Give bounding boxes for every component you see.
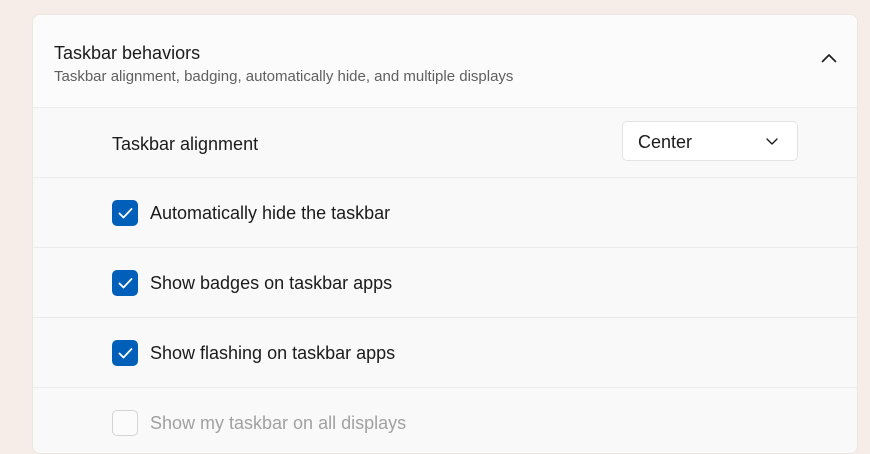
chevron-up-icon [821, 54, 837, 63]
dropdown-selected-value: Center [638, 132, 693, 152]
flashing-label: Show flashing on taskbar apps [150, 343, 396, 363]
all-displays-label: Show my taskbar on all displays [150, 413, 407, 433]
option-row-all-displays: Show my taskbar on all displays [33, 388, 857, 453]
checkmark-icon [118, 348, 133, 359]
taskbar-alignment-dropdown[interactable]: Center [622, 121, 798, 161]
collapse-button[interactable] [815, 44, 843, 72]
badges-label: Show badges on taskbar apps [150, 273, 393, 293]
checkmark-icon [118, 278, 133, 289]
taskbar-behaviors-panel: Taskbar behaviors Taskbar alignment, bad… [32, 14, 858, 454]
chevron-down-icon [766, 138, 778, 145]
option-row-auto-hide: Automatically hide the taskbar [33, 178, 857, 248]
taskbar-behaviors-header[interactable]: Taskbar behaviors Taskbar alignment, bad… [33, 15, 857, 108]
taskbar-alignment-row: Taskbar alignment Center [33, 108, 857, 178]
auto-hide-label: Automatically hide the taskbar [150, 203, 391, 223]
all-displays-checkbox[interactable] [112, 410, 138, 436]
option-row-badges: Show badges on taskbar apps [33, 248, 857, 318]
section-subtitle: Taskbar alignment, badging, automaticall… [54, 68, 514, 85]
auto-hide-checkbox[interactable] [112, 200, 138, 226]
flashing-checkbox[interactable] [112, 340, 138, 366]
badges-checkbox[interactable] [112, 270, 138, 296]
taskbar-alignment-label: Taskbar alignment [112, 134, 259, 154]
checkmark-icon [118, 208, 133, 219]
option-row-flashing: Show flashing on taskbar apps [33, 318, 857, 388]
section-title: Taskbar behaviors [54, 43, 201, 63]
